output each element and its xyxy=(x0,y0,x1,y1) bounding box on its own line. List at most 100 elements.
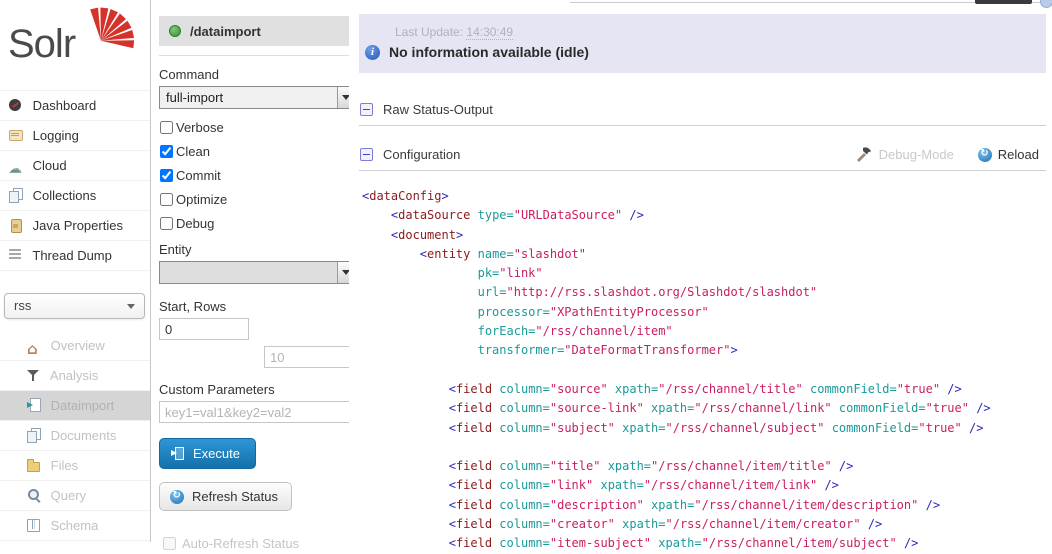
checkbox[interactable] xyxy=(160,121,173,134)
custom-parameters-input[interactable] xyxy=(159,401,356,423)
entity-select[interactable] xyxy=(159,261,356,284)
main-content: Last Update: 14:30:49 No information ava… xyxy=(349,0,1052,542)
cloud-icon xyxy=(8,158,24,172)
checkbox-row-clean: Clean xyxy=(159,143,356,159)
collections-icon xyxy=(8,188,24,202)
code-line: <document> xyxy=(362,226,1052,245)
code-line: <dataConfig> xyxy=(362,187,1052,206)
core-menu-item-analysis[interactable]: Analysis xyxy=(0,361,150,391)
status-banner: Last Update: 14:30:49 No information ava… xyxy=(359,14,1046,73)
sidebar-item-thread-dump[interactable]: Thread Dump xyxy=(0,241,150,271)
checkbox[interactable] xyxy=(160,169,173,182)
collapse-icon[interactable] xyxy=(360,148,373,161)
code-line: <dataSource type="URLDataSource" /> xyxy=(362,206,1052,225)
execute-button[interactable]: Execute xyxy=(159,438,256,469)
auto-refresh-checkbox[interactable] xyxy=(163,537,176,550)
refresh-icon xyxy=(978,148,992,162)
sidebar-item-cloud[interactable]: Cloud xyxy=(0,151,150,181)
solr-admin-page: Solr Dashboard Logging Cloud Collections… xyxy=(0,0,1052,542)
code-line: forEach="/rss/channel/item" xyxy=(362,322,1052,341)
last-update-time: 14:30:49 xyxy=(466,25,513,40)
overview-icon xyxy=(26,338,42,352)
java-properties-icon xyxy=(8,218,24,232)
core-selector[interactable]: rss xyxy=(4,293,145,319)
status-dot-icon xyxy=(169,25,181,37)
checkbox-row-debug: Debug xyxy=(159,215,356,231)
hammer-icon xyxy=(856,147,873,162)
checkbox[interactable] xyxy=(160,217,173,230)
solr-logo[interactable]: Solr xyxy=(0,0,150,90)
debug-mode-button[interactable]: Debug-Mode xyxy=(856,147,954,162)
code-line: <field column="source" xpath="/rss/chann… xyxy=(362,380,1052,399)
screen-edge-artifact-circle xyxy=(1040,0,1052,8)
code-line: <entity name="slashdot" xyxy=(362,245,1052,264)
status-message: No information available (idle) xyxy=(389,44,589,60)
checkbox-row-commit: Commit xyxy=(159,167,356,183)
sidebar-item-dashboard[interactable]: Dashboard xyxy=(0,91,150,121)
code-line: <field column="creator" xpath="/rss/chan… xyxy=(362,515,1052,534)
raw-status-output-title: Raw Status-Output xyxy=(383,102,493,117)
rows-input[interactable] xyxy=(264,346,356,368)
analysis-icon xyxy=(26,368,42,382)
checkbox[interactable] xyxy=(160,193,173,206)
main-menu: Dashboard Logging Cloud Collections Java… xyxy=(0,90,150,271)
handler-title: /dataimport xyxy=(190,24,261,39)
core-menu-item-files[interactable]: Files xyxy=(0,451,150,481)
core-menu-item-dataimport[interactable]: Dataimport xyxy=(0,391,150,421)
sidebar-item-java-properties[interactable]: Java Properties xyxy=(0,211,150,241)
import-icon xyxy=(171,447,184,460)
sidebar-item-logging[interactable]: Logging xyxy=(0,121,150,151)
raw-status-output-section-header[interactable]: Raw Status-Output xyxy=(359,94,1046,126)
command-select[interactable]: full-import xyxy=(159,86,356,109)
code-line: processor="XPathEntityProcessor" xyxy=(362,303,1052,322)
code-line: <field column="subject" xpath="/rss/chan… xyxy=(362,419,1052,438)
dashboard-icon xyxy=(8,98,24,112)
screen-edge-artifact-bar xyxy=(975,0,1032,4)
collapse-icon[interactable] xyxy=(360,103,373,116)
config-code: <dataConfig> <dataSource type="URLDataSo… xyxy=(362,187,1052,554)
code-line: <field column="source-link" xpath="/rss/… xyxy=(362,399,1052,418)
query-icon xyxy=(26,488,42,502)
core-menu-item-schema[interactable]: Schema xyxy=(0,511,150,541)
code-line: <field column="link" xpath="/rss/channel… xyxy=(362,476,1052,495)
documents-icon xyxy=(26,428,42,442)
reload-button[interactable]: Reload xyxy=(978,147,1039,162)
debug-mode-label: Debug-Mode xyxy=(879,147,954,162)
code-line: <field column="title" xpath="/rss/channe… xyxy=(362,457,1052,476)
last-update-label: Last Update: xyxy=(395,25,463,39)
code-line: url="http://rss.slashdot.org/Slashdot/sl… xyxy=(362,283,1052,302)
code-line xyxy=(362,361,1052,380)
files-icon xyxy=(26,458,42,472)
checkbox[interactable] xyxy=(160,145,173,158)
info-icon xyxy=(365,45,380,60)
code-line: transformer="DateFormatTransformer"> xyxy=(362,341,1052,360)
solr-logo-text: Solr xyxy=(8,22,75,67)
code-line xyxy=(362,438,1052,457)
code-line: <field column="item-subject" xpath="/rss… xyxy=(362,534,1052,553)
custom-parameters-label: Custom Parameters xyxy=(159,382,356,397)
last-update: Last Update: 14:30:49 xyxy=(395,25,1046,39)
core-menu-item-query[interactable]: Query xyxy=(0,481,150,511)
code-line: pk="link" xyxy=(362,264,1052,283)
command-select-value: full-import xyxy=(166,90,223,105)
core-menu: Overview Analysis Dataimport Documents F… xyxy=(0,331,150,541)
configuration-title: Configuration xyxy=(383,147,460,162)
dataimport-form-panel: /dataimport Command full-import Verbose … xyxy=(151,0,365,542)
auto-refresh-label: Auto-Refresh Status xyxy=(182,536,299,551)
code-line: <field column="description" xpath="/rss/… xyxy=(362,496,1052,515)
core-menu-item-documents[interactable]: Documents xyxy=(0,421,150,451)
start-input[interactable] xyxy=(159,318,249,340)
core-menu-item-overview[interactable]: Overview xyxy=(0,331,150,361)
command-options: Verbose Clean Commit Optimize Debug xyxy=(159,119,356,231)
refresh-status-label: Refresh Status xyxy=(192,489,278,504)
logging-icon xyxy=(8,128,24,142)
dataimport-icon xyxy=(26,398,42,412)
sidebar-item-collections[interactable]: Collections xyxy=(0,181,150,211)
thread-dump-icon xyxy=(8,248,24,262)
auto-refresh-row: Auto-Refresh Status xyxy=(159,536,356,551)
divider xyxy=(159,55,356,56)
configuration-section-header[interactable]: Configuration Debug-Mode Reload xyxy=(359,139,1046,171)
refresh-status-button[interactable]: Refresh Status xyxy=(159,482,292,511)
schema-icon xyxy=(26,518,42,532)
checkbox-row-verbose: Verbose xyxy=(159,119,356,135)
